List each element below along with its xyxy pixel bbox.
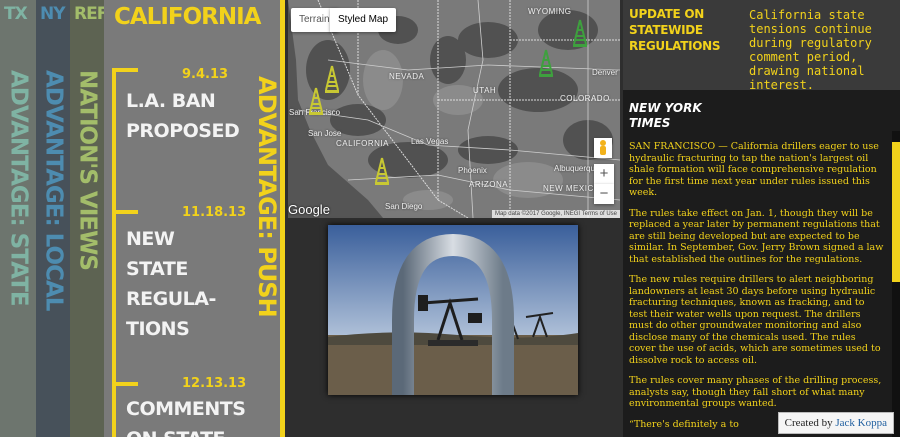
map-styled-button[interactable]: Styled Map xyxy=(330,8,397,32)
update-title: UPDATE ON STATEWIDE REGULATIONS xyxy=(629,7,721,53)
tab-new-york-abbr: NY xyxy=(40,4,66,24)
tab-new-york[interactable]: NY ADVANTAGE: LOCAL xyxy=(36,0,70,437)
california-panel: CALIFORNIA 9.4.13 L.A. BAN PROPOSED 11.1… xyxy=(104,0,285,437)
tab-texas-label: ADVANTAGE: STATE xyxy=(5,70,32,306)
timeline-event-la-ban[interactable]: L.A. BAN PROPOSED xyxy=(126,86,256,146)
article-paragraph: The rules cover many phases of the drill… xyxy=(629,375,882,409)
tab-reference-abbr: REF xyxy=(74,4,104,24)
map-attribution[interactable]: Map data ©2017 Google, INEGI Terms of Us… xyxy=(491,210,620,218)
map-city-phoenix: Phoenix xyxy=(458,166,487,175)
california-title: CALIFORNIA xyxy=(114,4,261,30)
map-label-new-mexico: NEW MEXICO xyxy=(543,184,601,193)
pumpjack-photo xyxy=(328,225,578,395)
article-paragraph: The new rules require drillers to alert … xyxy=(629,274,881,366)
google-logo: Google xyxy=(288,202,330,217)
timeline-tick xyxy=(112,382,138,386)
article-scrollbar-thumb[interactable] xyxy=(892,142,900,282)
timeline-tick xyxy=(112,68,138,72)
update-box: UPDATE ON STATEWIDE REGULATIONS Californ… xyxy=(623,0,900,92)
article-body: SAN FRANCISCO — California drillers eage… xyxy=(629,141,885,437)
zoom-in-button[interactable]: + xyxy=(594,164,614,184)
timeline-event-comments[interactable]: COMMENTS ON STATE xyxy=(126,394,256,437)
timeline-date: 11.18.13 xyxy=(182,205,247,220)
map-marker-derrick[interactable] xyxy=(572,18,588,48)
credit-prefix: Created by xyxy=(784,417,833,429)
tab-texas[interactable]: TX ADVANTAGE: STATE xyxy=(0,0,36,437)
timeline-tick xyxy=(112,210,138,214)
map-label-utah: UTAH xyxy=(473,86,497,95)
map-label-colorado: COLORADO xyxy=(560,94,610,103)
street-view-pegman-icon[interactable] xyxy=(594,138,612,158)
map-label-arizona: ARIZONA xyxy=(469,180,509,189)
author-link[interactable]: Jack Koppa xyxy=(835,417,887,429)
tab-new-york-label: ADVANTAGE: LOCAL xyxy=(40,70,67,311)
tab-texas-abbr: TX xyxy=(4,4,28,24)
map-marker-derrick[interactable] xyxy=(308,86,324,116)
article-paragraph: The rules take effect on Jan. 1, though … xyxy=(629,207,884,265)
map-marker-derrick[interactable] xyxy=(538,48,554,78)
tab-reference-label: NATION'S VIEWS xyxy=(74,70,101,270)
update-summary: California state tensions continue durin… xyxy=(749,8,872,92)
timeline-date: 9.4.13 xyxy=(182,67,229,82)
source-label: NEW YORK TIMES xyxy=(629,101,702,130)
map-label-nevada: NEVADA xyxy=(389,72,425,81)
map[interactable]: Terrain Styled Map NEVADA UTAH WYOMING C… xyxy=(288,0,620,218)
map-city-san-diego: San Diego xyxy=(385,202,423,211)
map-marker-derrick[interactable] xyxy=(374,156,390,186)
credit-badge: Created by Jack Koppa xyxy=(777,412,894,434)
map-marker-derrick[interactable] xyxy=(324,64,340,94)
article-panel: UPDATE ON STATEWIDE REGULATIONS Californ… xyxy=(623,0,900,437)
timeline-event-new-regulations[interactable]: NEW STATE REGULA- TIONS xyxy=(126,224,226,344)
california-vertical-label: ADVANTAGE: PUSH xyxy=(253,76,281,317)
map-city-san-jose: San Jose xyxy=(308,129,342,138)
map-city-denver: Denver xyxy=(592,68,618,77)
map-label-california: CALIFORNIA xyxy=(336,139,390,148)
map-city-albuquerque: Albuquerque xyxy=(554,164,600,173)
timeline-date: 12.13.13 xyxy=(182,376,247,391)
tab-reference[interactable]: REF NATION'S VIEWS xyxy=(70,0,104,437)
map-city-las-vegas: Las Vegas xyxy=(411,137,449,146)
article-paragraph: SAN FRANCISCO — California drillers eage… xyxy=(629,141,879,198)
zoom-out-button[interactable]: − xyxy=(594,184,614,204)
map-label-wyoming: WYOMING xyxy=(528,7,572,16)
